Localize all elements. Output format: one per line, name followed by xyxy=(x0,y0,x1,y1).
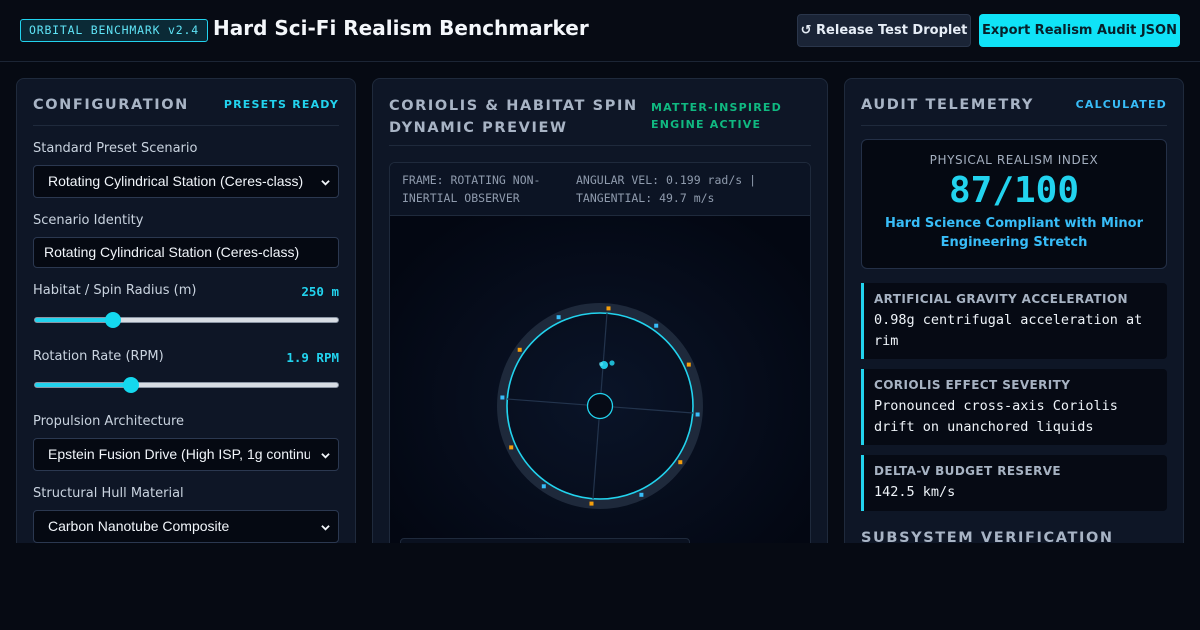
habitat-ring-canvas xyxy=(390,216,810,543)
velocity-readout-line1: ANGULAR VEL: 0.199 rad/s | xyxy=(576,173,757,187)
propulsion-select[interactable]: Epstein Fusion Drive (High ISP, 1g conti… xyxy=(33,438,339,471)
hull-label: Structural Hull Material xyxy=(33,486,184,501)
rpm-value: 1.9 RPM xyxy=(286,350,339,365)
identity-label: Scenario Identity xyxy=(33,213,144,228)
habitat-hub xyxy=(586,392,614,420)
metric-value: 0.98g centrifugal acceleration at rim xyxy=(874,310,1159,352)
preset-label: Standard Preset Scenario xyxy=(33,141,198,156)
viz-legend xyxy=(400,538,690,543)
divider xyxy=(33,125,339,126)
velocity-readout: ANGULAR VEL: 0.199 rad/s | TANGENTIAL: 4… xyxy=(576,171,756,207)
preset-select[interactable]: Rotating Cylindrical Station (Ceres-clas… xyxy=(33,165,339,198)
preview-title-line2: DYNAMIC PREVIEW xyxy=(389,120,568,136)
rim-marker xyxy=(517,347,522,352)
metric-label: ARTIFICIAL GRAVITY ACCELERATION xyxy=(874,292,1128,306)
verdict-line1: Hard Science Compliant with Minor xyxy=(885,216,1143,231)
app-title: Hard Sci-Fi Realism Benchmarker xyxy=(213,16,589,40)
metric-coriolis: CORIOLIS EFFECT SEVERITY Pronounced cros… xyxy=(861,369,1167,445)
metric-value-line1: Pronounced cross-axis Coriolis xyxy=(874,398,1118,414)
realism-verdict: Hard Science Compliant with Minor Engine… xyxy=(862,214,1166,252)
rpm-slider-fill xyxy=(35,383,132,387)
preset-select-value: Rotating Cylindrical Station (Ceres-clas… xyxy=(48,173,304,189)
rim-marker xyxy=(556,315,561,320)
engine-status-badge: MATTER-INSPIRED ENGINE ACTIVE xyxy=(651,99,782,133)
metric-value: Pronounced cross-axis Coriolis drift on … xyxy=(874,396,1159,438)
rim-marker xyxy=(541,484,546,489)
metric-value-line1: 0.98g centrifugal acceleration at xyxy=(874,312,1143,328)
realism-score-card: PHYSICAL REALISM INDEX 87/100 Hard Scien… xyxy=(861,139,1167,269)
radius-label: Habitat / Spin Radius (m) xyxy=(33,283,197,298)
radius-slider[interactable] xyxy=(34,312,339,328)
hull-select[interactable]: Carbon Nanotube Composite xyxy=(33,510,339,543)
engine-tag-line2: ENGINE ACTIVE xyxy=(651,118,762,131)
metric-label: DELTA-V BUDGET RESERVE xyxy=(874,464,1061,478)
rim-marker xyxy=(678,460,683,465)
rpm-slider-thumb[interactable] xyxy=(123,377,140,393)
chevron-down-icon xyxy=(321,453,330,459)
status-badge: CALCULATED xyxy=(1075,98,1167,111)
droplet-trail xyxy=(599,362,603,366)
rim-marker xyxy=(686,362,691,367)
rim-marker xyxy=(500,395,505,400)
panel-title: AUDIT TELEMETRY xyxy=(861,97,1034,113)
divider xyxy=(389,145,811,146)
metric-value: 142.5 km/s xyxy=(874,482,1159,503)
rpm-slider[interactable] xyxy=(34,377,339,393)
main-viewport: CONFIGURATION PRESETS READY Standard Pre… xyxy=(0,62,1200,543)
frame-readout-line2: INERTIAL OBSERVER xyxy=(402,191,520,205)
status-badge: PRESETS READY xyxy=(223,98,339,111)
verdict-line2: Engineering Stretch xyxy=(940,235,1088,250)
rim-marker xyxy=(509,445,514,450)
frame-readout: FRAME: ROTATING NON- INERTIAL OBSERVER xyxy=(402,171,540,207)
audit-panel: AUDIT TELEMETRY CALCULATED PHYSICAL REAL… xyxy=(844,78,1184,543)
rim-marker xyxy=(654,323,659,328)
chevron-down-icon xyxy=(321,525,330,531)
metric-value-line1: 142.5 km/s xyxy=(874,484,956,500)
propulsion-label: Propulsion Architecture xyxy=(33,414,185,429)
metric-value-line2: rim xyxy=(874,333,899,349)
radius-slider-fill xyxy=(35,318,113,322)
rim-marker xyxy=(639,492,644,497)
engine-tag-line1: MATTER-INSPIRED xyxy=(651,101,782,114)
viz-background xyxy=(390,216,810,543)
hull-select-value: Carbon Nanotube Composite xyxy=(48,518,230,534)
realism-index-label: PHYSICAL REALISM INDEX xyxy=(929,153,1099,167)
metric-gravity: ARTIFICIAL GRAVITY ACCELERATION 0.98g ce… xyxy=(861,283,1167,359)
realism-index-value: 87/100 xyxy=(948,170,1080,211)
version-badge: ORBITAL BENCHMARK v2.4 xyxy=(20,19,208,42)
preview-panel: CORIOLIS & HABITAT SPIN DYNAMIC PREVIEW … xyxy=(372,78,828,543)
radius-value: 250 m xyxy=(301,284,339,299)
metric-delta-v: DELTA-V BUDGET RESERVE 142.5 km/s xyxy=(861,455,1167,511)
panel-title: CONFIGURATION xyxy=(33,97,189,113)
release-droplet-button[interactable]: ↺ Release Test Droplet xyxy=(797,14,971,47)
rim-marker xyxy=(606,306,611,311)
spin-visualization[interactable]: FRAME: ROTATING NON- INERTIAL OBSERVER A… xyxy=(389,162,811,543)
rim-marker xyxy=(589,501,594,506)
propulsion-select-value: Epstein Fusion Drive (High ISP, 1g conti… xyxy=(48,446,310,462)
metric-value-line2: drift on unanchored liquids xyxy=(874,419,1094,435)
preview-title-line1: CORIOLIS & HABITAT SPIN xyxy=(389,98,638,114)
velocity-readout-line2: TANGENTIAL: 49.7 m/s xyxy=(576,191,715,205)
frame-readout-line1: FRAME: ROTATING NON- xyxy=(402,173,541,187)
chevron-down-icon xyxy=(321,180,330,186)
app-header: ORBITAL BENCHMARK v2.4 Hard Sci-Fi Reali… xyxy=(0,0,1200,62)
subsystem-title: SUBSYSTEM VERIFICATION xyxy=(861,530,1114,543)
divider xyxy=(861,125,1167,126)
rpm-label: Rotation Rate (RPM) xyxy=(33,349,164,364)
configuration-panel: CONFIGURATION PRESETS READY Standard Pre… xyxy=(16,78,356,543)
droplet-trail xyxy=(609,360,615,366)
export-audit-button[interactable]: Export Realism Audit JSON xyxy=(979,14,1180,47)
radius-slider-thumb[interactable] xyxy=(104,312,121,328)
panel-title: CORIOLIS & HABITAT SPIN DYNAMIC PREVIEW xyxy=(389,95,638,139)
viz-readout-bar: FRAME: ROTATING NON- INERTIAL OBSERVER A… xyxy=(390,163,810,216)
rim-marker xyxy=(695,412,700,417)
scenario-identity-input[interactable]: Rotating Cylindrical Station (Ceres-clas… xyxy=(33,237,339,268)
metric-label: CORIOLIS EFFECT SEVERITY xyxy=(874,378,1071,392)
